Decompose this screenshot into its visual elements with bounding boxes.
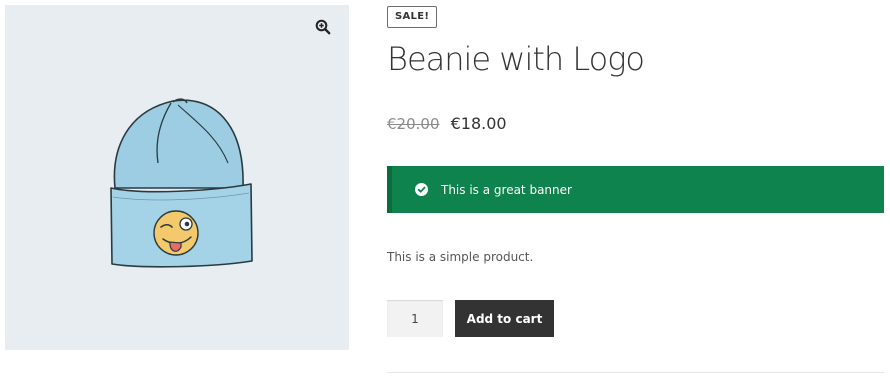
product-price: €20.00 €18.00 — [387, 114, 507, 133]
beanie-image[interactable] — [103, 93, 255, 271]
divider — [387, 372, 884, 373]
product-title: Beanie with Logo — [387, 40, 645, 78]
zoom-in-icon[interactable] — [312, 16, 334, 38]
product-gallery — [5, 5, 349, 350]
banner-text: This is a great banner — [441, 182, 572, 197]
regular-price: €20.00 — [387, 115, 440, 133]
sale-price: €18.00 — [450, 114, 507, 133]
check-circle-icon — [415, 183, 428, 196]
product-summary: SALE! Beanie with Logo €20.00 €18.00 Thi… — [387, 0, 884, 379]
sale-badge: SALE! — [387, 6, 438, 28]
product-short-description: This is a simple product. — [387, 250, 534, 264]
add-to-cart-button[interactable]: Add to cart — [455, 300, 554, 337]
notice-banner: This is a great banner — [387, 166, 884, 213]
product-page: SALE! Beanie with Logo €20.00 €18.00 Thi… — [0, 0, 890, 379]
quantity-input[interactable] — [387, 300, 443, 337]
